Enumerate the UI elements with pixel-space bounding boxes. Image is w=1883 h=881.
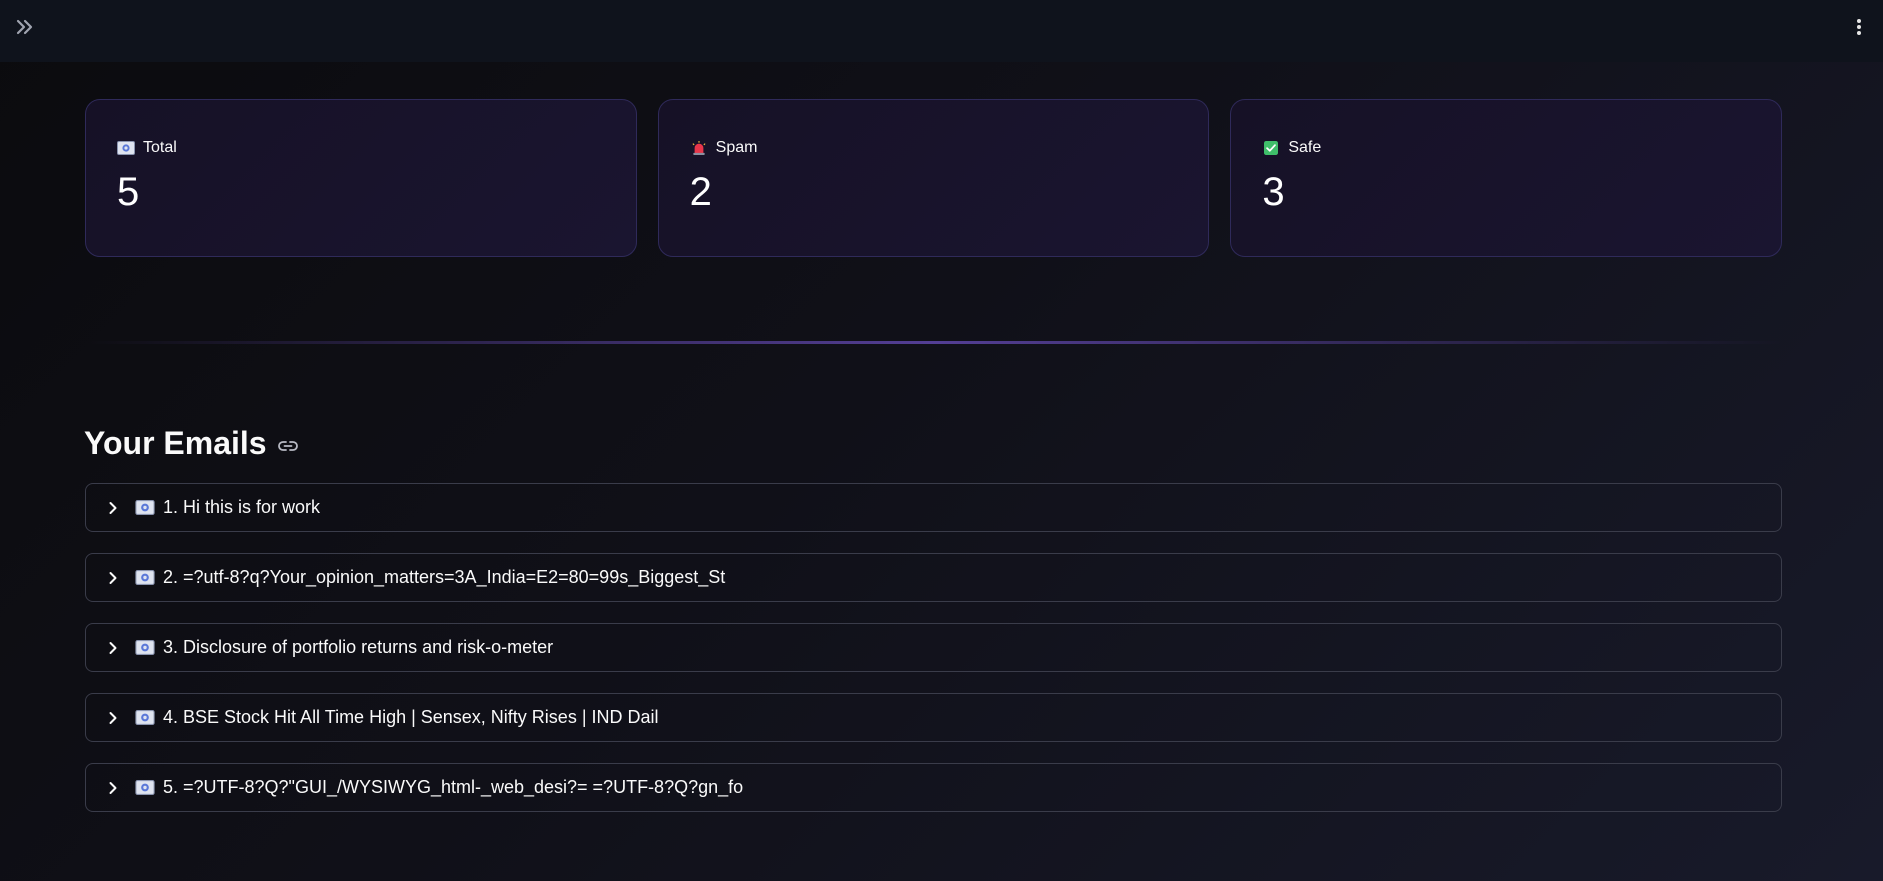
email-expander[interactable]: 1. Hi this is for work bbox=[85, 483, 1782, 532]
email-subject: 5. =?UTF-8?Q?"GUI_/WYSIWYG_html-_web_des… bbox=[163, 777, 744, 797]
section-divider bbox=[85, 341, 1782, 344]
expand-sidebar-button[interactable] bbox=[12, 14, 38, 40]
email-subject: 3. Disclosure of portfolio returns and r… bbox=[163, 637, 554, 657]
email-list: 1. Hi this is for work 2. =?utf-8?q?Your… bbox=[85, 483, 1782, 833]
email-expander[interactable]: 2. =?utf-8?q?Your_opinion_matters=3A_Ind… bbox=[85, 553, 1782, 602]
email-subject: 1. Hi this is for work bbox=[163, 497, 321, 517]
metric-card-safe: Safe 3 bbox=[1230, 99, 1783, 257]
email-subject: 2. =?utf-8?q?Your_opinion_matters=3A_Ind… bbox=[163, 567, 726, 587]
vertical-dots-icon bbox=[1857, 19, 1861, 35]
metric-label: Safe bbox=[1288, 139, 1322, 156]
anchor-link-button[interactable] bbox=[277, 435, 299, 457]
link-icon bbox=[277, 441, 298, 451]
envelope-icon bbox=[117, 141, 135, 155]
siren-icon bbox=[692, 141, 706, 155]
chevron-right-icon bbox=[105, 710, 121, 726]
metric-value: 5 bbox=[117, 170, 140, 214]
top-bar bbox=[0, 0, 1883, 62]
section-title: Your Emails bbox=[84, 424, 267, 461]
metric-label: Total bbox=[143, 139, 177, 156]
envelope-icon bbox=[135, 710, 155, 725]
envelope-icon bbox=[135, 640, 155, 655]
metrics-row: Total 5 Spam 2 Safe 3 bbox=[85, 99, 1783, 257]
chevron-right-icon bbox=[105, 780, 121, 796]
email-expander[interactable]: 4. BSE Stock Hit All Time High | Sensex,… bbox=[85, 693, 1782, 742]
chevron-right-icon bbox=[105, 570, 121, 586]
metric-label: Spam bbox=[715, 139, 758, 156]
metric-label-row: Spam bbox=[690, 138, 1178, 158]
main-menu-button[interactable] bbox=[1849, 14, 1869, 40]
envelope-icon bbox=[135, 500, 155, 515]
chevron-right-icon bbox=[105, 500, 121, 516]
metric-value: 2 bbox=[689, 170, 712, 214]
metric-label-row: Safe bbox=[1262, 138, 1750, 158]
double-chevron-right-icon bbox=[16, 19, 33, 35]
email-subject: 4. BSE Stock Hit All Time High | Sensex,… bbox=[163, 707, 659, 727]
envelope-icon bbox=[135, 780, 155, 795]
email-expander[interactable]: 3. Disclosure of portfolio returns and r… bbox=[85, 623, 1782, 672]
metric-card-spam: Spam 2 bbox=[657, 99, 1210, 257]
check-mark-icon bbox=[1264, 141, 1279, 155]
metric-value: 3 bbox=[1262, 170, 1285, 214]
envelope-icon bbox=[135, 570, 155, 585]
metric-card-total: Total 5 bbox=[85, 99, 637, 257]
emails-section-heading: Your Emails bbox=[84, 419, 299, 467]
metric-label-row: Total bbox=[117, 138, 605, 158]
email-expander[interactable]: 5. =?UTF-8?Q?"GUI_/WYSIWYG_html-_web_des… bbox=[85, 763, 1782, 812]
chevron-right-icon bbox=[105, 640, 121, 656]
